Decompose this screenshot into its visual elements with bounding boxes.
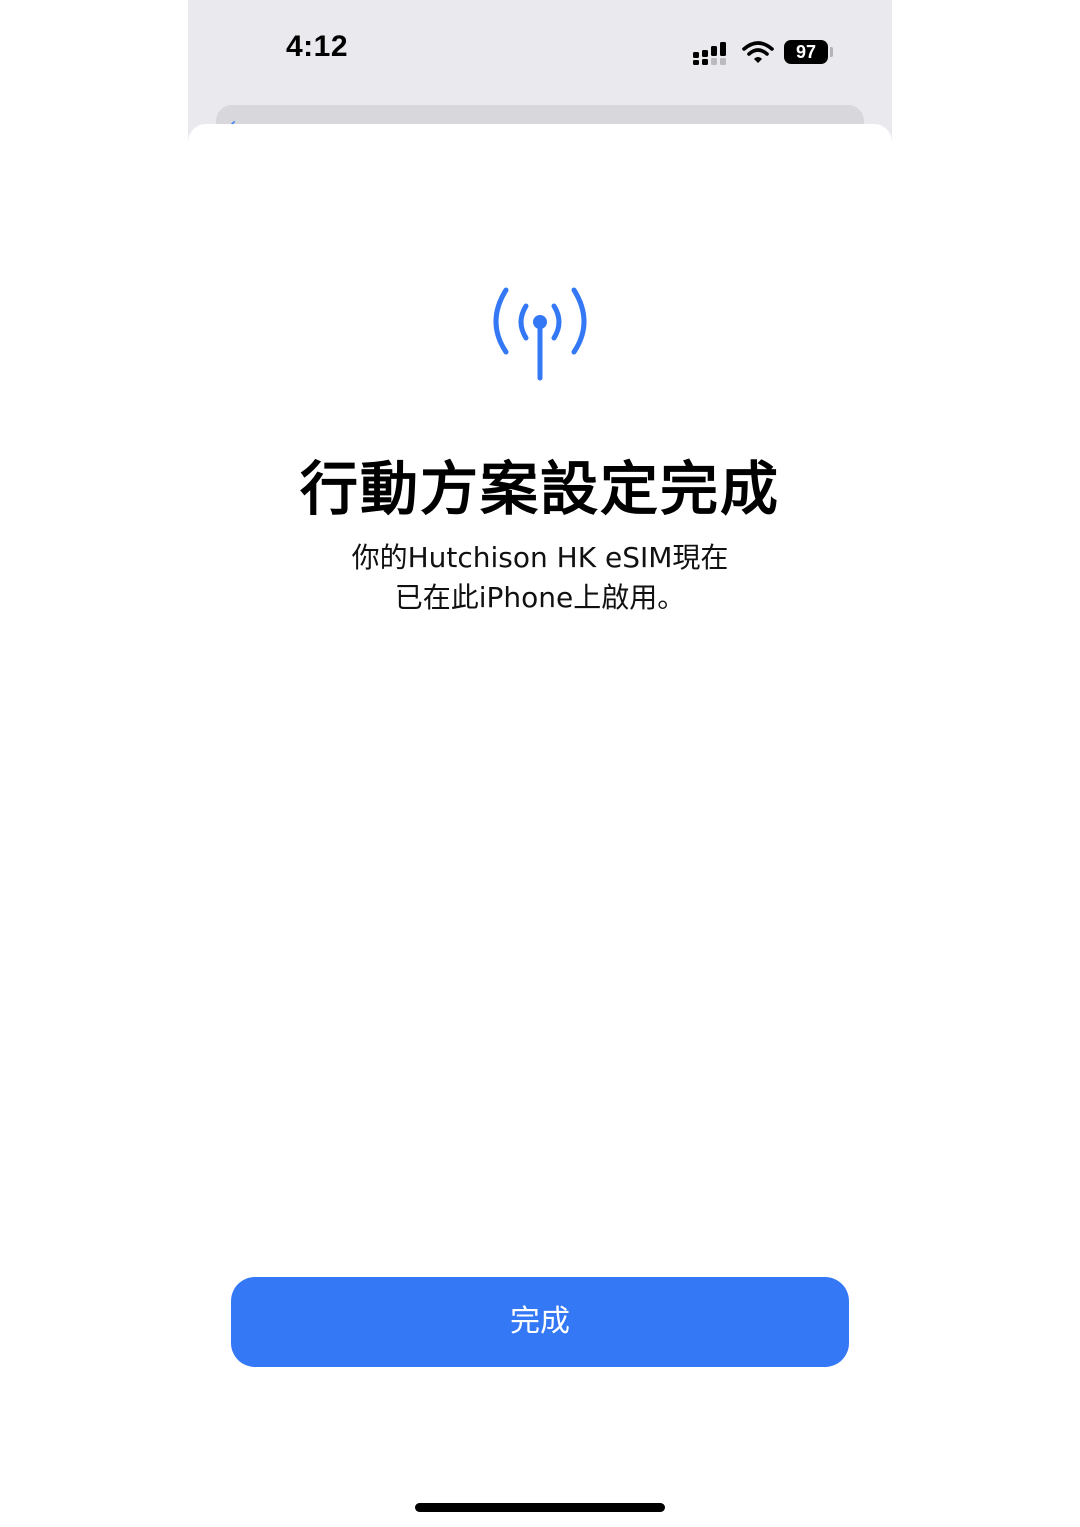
cellular-signal-icon	[693, 42, 726, 65]
done-button[interactable]: 完成	[231, 1277, 849, 1367]
description-text: 你的Hutchison HK eSIM現在已在此iPhone上啟用。	[351, 541, 729, 614]
page-title: 行動方案設定完成	[299, 455, 780, 523]
antenna-radiowaves-icon	[493, 287, 587, 381]
home-indicator[interactable]	[415, 1503, 665, 1512]
battery-tip	[830, 47, 833, 57]
wifi-icon	[742, 41, 774, 63]
setup-complete-sheet: 行動方案設定完成 你的Hutchison HK eSIM現在已在此iPhone上…	[188, 124, 892, 1527]
status-time: 4:12	[286, 30, 349, 63]
battery-indicator: 97	[784, 40, 828, 64]
phone-screen: 4:12 97 ‹ 行動方案設	[188, 0, 892, 1527]
status-bar: 4:12 97	[188, 0, 892, 100]
